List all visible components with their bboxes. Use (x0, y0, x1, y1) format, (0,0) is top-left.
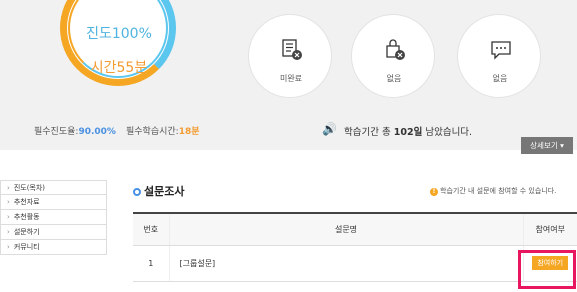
required-time: 필수학습시간:18분 (126, 124, 200, 137)
course-progress-panel: 진도100% 시간55분 미완료 없음 없음 필수진도율:90.00% 필수학습… (0, 0, 577, 150)
status-incomplete[interactable]: 미완료 (248, 14, 332, 98)
header-survey-name: 설문명 (168, 212, 523, 246)
progress-time: 시간55분 (90, 60, 148, 76)
status-material[interactable]: 없음 (351, 14, 435, 98)
speaker-icon: 🔊 (322, 122, 337, 136)
required-time-value: 18분 (178, 127, 200, 137)
required-progress-value: 90.00% (78, 127, 116, 137)
sidebar-item-label: 진도(목차) (13, 184, 46, 192)
page-title-text: 설문조사 (144, 185, 185, 198)
chevron-right-icon: › (7, 213, 10, 221)
chat-bubble-icon (491, 41, 511, 60)
sidebar-item-label: 설문하기 (13, 228, 40, 236)
sidebar-item-label: 커뮤니티 (13, 243, 40, 251)
table-header-row: 번호 설문명 참여여부 (133, 212, 577, 246)
sidebar-item-community[interactable]: › 커뮤니티 (0, 240, 107, 255)
row-number: 1 (133, 245, 169, 282)
required-progress: 필수진도율:90.00% (34, 124, 116, 137)
row-survey-name[interactable]: [그룹설문] (168, 245, 523, 282)
bullet-icon (133, 188, 141, 196)
remaining-period: 학습기간 총 102일 남았습니다. (344, 124, 472, 138)
row-participation: 참여하기 (522, 245, 577, 282)
required-time-label: 필수학습시간: (126, 127, 179, 137)
sidebar-item-recommended-materials[interactable]: › 추천자료 (0, 195, 107, 210)
status-label: 없음 (492, 74, 508, 83)
sidebar: › 진도(목차) › 추천자료 › 추천활동 › 설문하기 › 커뮤니티 (0, 180, 107, 255)
header-participation: 참여여부 (522, 212, 577, 246)
table-row: 1 [그룹설문] 참여하기 (133, 245, 577, 282)
chevron-right-icon: › (7, 184, 10, 192)
remaining-suffix: 남았습니다. (422, 127, 473, 138)
status-activity[interactable]: 없음 (457, 14, 541, 98)
survey-notice-text: 학습기간 내 설문에 참여할 수 있습니다. (440, 187, 557, 195)
chevron-right-icon: › (7, 228, 10, 236)
required-progress-label: 필수진도율: (34, 127, 79, 137)
sidebar-item-survey[interactable]: › 설문하기 (0, 225, 107, 240)
participate-button[interactable]: 참여하기 (532, 256, 569, 270)
survey-table: 번호 설문명 참여여부 1 [그룹설문] 참여하기 (133, 212, 577, 282)
bag-x-icon (386, 39, 405, 60)
progress-percent: 진도100% (86, 26, 152, 42)
remaining-prefix: 학습기간 총 (344, 127, 394, 138)
chevron-right-icon: › (7, 198, 10, 206)
sidebar-item-label: 추천자료 (13, 198, 40, 206)
remaining-days: 102일 (393, 127, 423, 138)
detail-view-button[interactable]: 상세보기 ▾ (521, 137, 573, 154)
sidebar-item-recommended-activities[interactable]: › 추천활동 (0, 210, 107, 225)
page-title: 설문조사 (133, 183, 184, 199)
header-number: 번호 (133, 212, 169, 246)
sidebar-item-label: 추천활동 (13, 213, 40, 221)
status-label: 없음 (386, 74, 402, 83)
survey-notice: ! 학습기간 내 설문에 참여할 수 있습니다. (430, 186, 556, 196)
chevron-right-icon: › (7, 243, 10, 251)
checklist-x-icon (282, 39, 302, 60)
alert-icon: ! (430, 188, 438, 196)
sidebar-item-contents[interactable]: › 진도(목차) (0, 180, 107, 195)
status-label: 미완료 (279, 74, 303, 83)
